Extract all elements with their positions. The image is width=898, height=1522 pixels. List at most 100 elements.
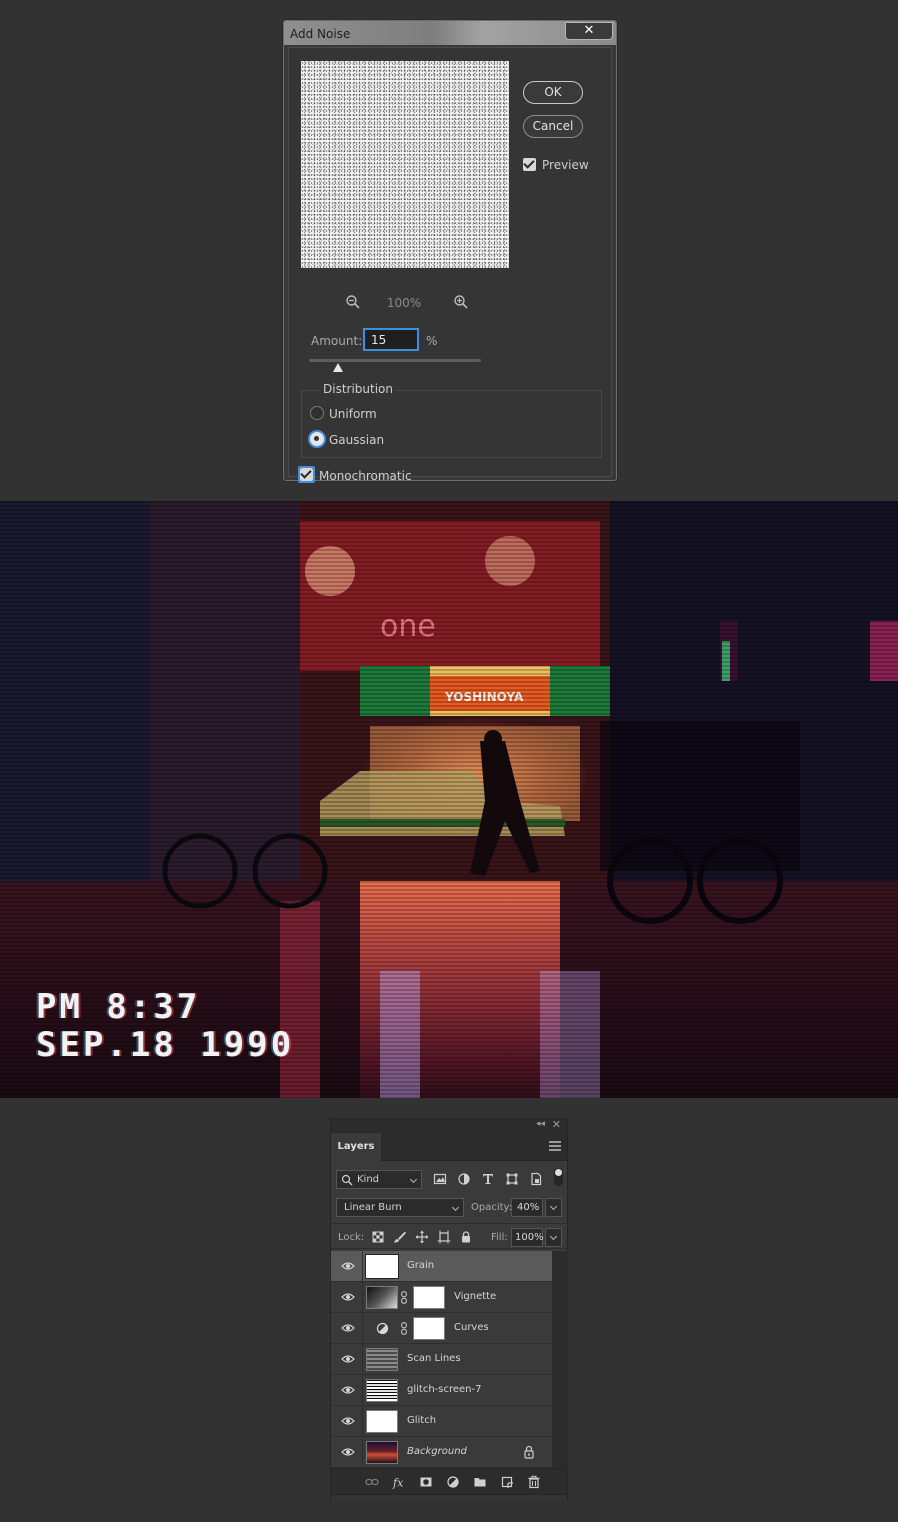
blend-mode-select[interactable]: Linear Burn [336,1198,464,1217]
zoom-out-icon[interactable] [345,294,361,310]
close-panel-icon[interactable]: ✕ [552,1118,561,1131]
zoom-in-icon[interactable] [453,294,469,310]
amount-slider-track[interactable] [309,359,481,362]
panel-tabbar: Layers [331,1133,567,1162]
fill-dropdown[interactable] [545,1228,562,1247]
uniform-label[interactable]: Uniform [329,407,377,421]
visibility-toggle[interactable] [331,1313,363,1344]
opacity-label: Opacity: [471,1202,513,1213]
chevron-down-icon [409,1175,418,1184]
lock-all-icon[interactable] [459,1230,473,1244]
adjustment-layer-icon[interactable] [376,1322,389,1335]
collapse-icon[interactable]: ◂◂ [536,1119,545,1129]
gaussian-label[interactable]: Gaussian [329,433,384,447]
preview-label: Preview [542,158,589,172]
layer-mask-thumbnail[interactable] [413,1317,445,1340]
smart-object-filter-icon[interactable] [529,1172,543,1186]
dialog-titlebar[interactable]: Add Noise ✕ [284,21,616,45]
visibility-toggle[interactable] [331,1344,363,1375]
layer-style-fx-icon[interactable]: fx [392,1475,406,1490]
lock-position-icon[interactable] [415,1230,429,1244]
visibility-toggle[interactable] [331,1437,363,1468]
dialog-body: 100% OK Cancel Preview Amount: % Distrib… [288,47,612,483]
layer-row-vignette[interactable]: Vignette [331,1282,552,1313]
layer-list-scrollbar[interactable] [552,1251,568,1468]
layer-name[interactable]: Glitch [407,1415,436,1426]
layer-row-scan-lines[interactable]: Scan Lines [331,1344,552,1375]
type-filter-icon[interactable] [481,1172,495,1186]
vhs-date-overlay: SEP.18 1990 [36,1025,295,1065]
close-button[interactable]: ✕ [565,22,613,40]
layer-row-grain[interactable]: Grain [331,1251,552,1282]
layer-name[interactable]: Curves [454,1322,489,1333]
add-noise-dialog: Add Noise ✕ 100% OK Cancel Preview Amoun… [283,20,617,483]
kind-filter-select[interactable]: Kind [336,1170,422,1189]
blend-mode-value: Linear Burn [344,1202,402,1213]
panel-header-strip[interactable]: ◂◂ ✕ [331,1118,567,1133]
chevron-down-icon [549,1202,558,1211]
ok-button[interactable]: OK [523,81,583,104]
noise-preview[interactable] [301,61,509,268]
shape-filter-icon[interactable] [505,1172,519,1186]
preview-checkbox[interactable] [523,158,536,171]
adjustment-filter-icon[interactable] [457,1172,471,1186]
cancel-button[interactable]: Cancel [523,115,583,138]
chain-link-icon[interactable] [401,1291,407,1304]
tab-layers[interactable]: Layers [331,1133,381,1162]
kind-label: Kind [357,1174,380,1185]
lock-image-pixels-icon[interactable] [393,1230,407,1244]
eye-icon [341,1324,355,1332]
canvas-image: one YOSHINOYA PM 8:37 SEP.18 1990 [0,501,898,1098]
visibility-toggle[interactable] [331,1406,363,1437]
layer-name[interactable]: Grain [407,1260,434,1271]
layer-thumbnail[interactable] [366,1441,398,1464]
layer-row-glitch[interactable]: Glitch [331,1406,552,1437]
zoom-controls: 100% [339,294,469,310]
amount-slider-thumb[interactable] [333,363,343,372]
monochromatic-label[interactable]: Monochromatic [319,469,412,483]
gaussian-radio[interactable] [308,430,326,448]
new-adjustment-layer-icon[interactable] [446,1475,460,1489]
layer-thumbnail[interactable] [366,1379,398,1402]
layer-name[interactable]: Background [407,1446,467,1457]
uniform-radio[interactable] [310,406,324,420]
amount-unit: % [426,334,438,348]
layer-thumbnail[interactable] [366,1348,398,1371]
add-mask-icon[interactable] [419,1475,433,1489]
fill-input[interactable]: 100% [511,1228,544,1247]
layer-row-background[interactable]: Background [331,1437,552,1468]
opacity-dropdown[interactable] [545,1198,562,1217]
layers-panel: ◂◂ ✕ Layers Kind Linear Burn Opacity: 40… [330,1118,568,1501]
layer-thumbnail[interactable] [366,1410,398,1433]
layer-mask-thumbnail[interactable] [413,1286,445,1309]
opacity-input[interactable]: 40% [511,1198,543,1217]
panel-menu-icon[interactable] [549,1141,561,1151]
layer-row-glitch-screen-7[interactable]: glitch-screen-7 [331,1375,552,1406]
amount-input[interactable] [363,328,419,351]
image-filter-icon[interactable] [433,1172,447,1186]
visibility-toggle[interactable] [331,1282,363,1313]
filter-toggle-switch[interactable] [554,1168,563,1186]
lock-transparent-pixels-icon[interactable] [371,1230,385,1244]
panel-resize-grip[interactable] [331,1494,567,1501]
chain-link-icon[interactable] [401,1322,407,1335]
layer-name[interactable]: Scan Lines [407,1353,461,1364]
layer-thumbnail[interactable] [366,1255,398,1278]
link-layers-icon[interactable] [365,1475,379,1489]
layer-row-curves[interactable]: Curves [331,1313,552,1344]
new-group-folder-icon[interactable] [473,1475,487,1489]
zoom-level: 100% [386,296,422,310]
new-layer-icon[interactable] [500,1475,514,1489]
lock-artboard-icon[interactable] [437,1230,451,1244]
visibility-toggle[interactable] [331,1251,363,1282]
monochromatic-checkbox[interactable] [298,466,315,483]
layer-thumbnail[interactable] [366,1286,398,1309]
visibility-toggle[interactable] [331,1375,363,1406]
eye-icon [341,1448,355,1456]
delete-layer-trash-icon[interactable] [527,1475,541,1489]
lock-icon[interactable] [523,1445,535,1459]
layer-name[interactable]: glitch-screen-7 [407,1384,481,1395]
eye-icon [341,1293,355,1301]
layer-name[interactable]: Vignette [454,1291,496,1302]
distribution-label: Distribution [321,382,396,396]
